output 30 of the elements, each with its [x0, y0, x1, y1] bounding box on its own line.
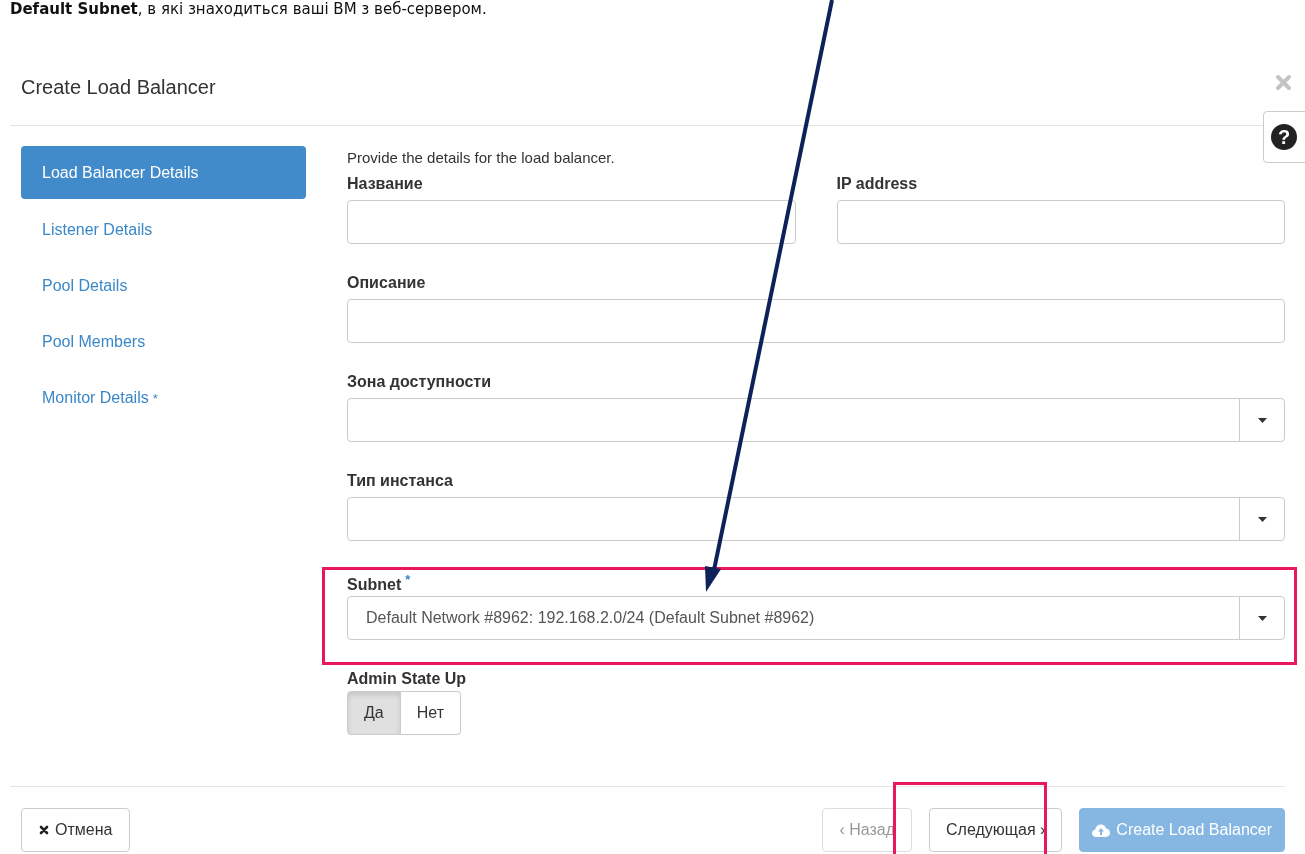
wizard-step[interactable]: Listener Details	[21, 202, 306, 258]
wizard-step[interactable]: Pool Members	[21, 314, 306, 370]
toggle-option[interactable]: Да	[347, 691, 401, 735]
select-field[interactable]: Default Network #8962: 192.168.2.0/24 (Default Subnet #8962)	[347, 596, 1285, 640]
dialog-title: Create Load Balancer	[21, 76, 217, 99]
field-label: Тип инстанса	[347, 472, 453, 489]
caret-icon	[1257, 516, 1267, 522]
wizard-step[interactable]: Pool Details	[21, 258, 306, 314]
cloud-upload-icon	[1092, 823, 1111, 837]
field-label: IP address	[836, 175, 918, 192]
close-icon[interactable]	[1275, 74, 1292, 91]
select-field[interactable]	[347, 497, 1285, 541]
input-field[interactable]	[347, 299, 1285, 343]
caret-icon	[1257, 615, 1267, 621]
caret-icon	[1257, 417, 1267, 423]
close-icon	[39, 825, 49, 835]
input-field[interactable]	[836, 200, 1285, 244]
input-field[interactable]	[347, 200, 796, 244]
field-label: Название	[347, 175, 423, 192]
select-field[interactable]	[347, 398, 1285, 442]
caption-text: Default Subnet, в які знаходиться ваші ВМ з веб-сервером.	[10, 0, 487, 18]
field-label: Зона доступности	[347, 373, 491, 390]
field-label: Admin State Up	[347, 670, 467, 687]
intro-text: Provide the details for the load balancer.	[347, 148, 616, 168]
help-button[interactable]: ?	[1263, 111, 1305, 163]
toggle-option[interactable]: Нет	[400, 691, 461, 735]
cancel-button[interactable]: Отмена	[21, 808, 131, 852]
field-label: Subnet $^{*}$	[347, 576, 411, 594]
field-label: Описание	[347, 274, 426, 291]
wizard-step[interactable]: Load Balancer Details	[21, 146, 306, 199]
